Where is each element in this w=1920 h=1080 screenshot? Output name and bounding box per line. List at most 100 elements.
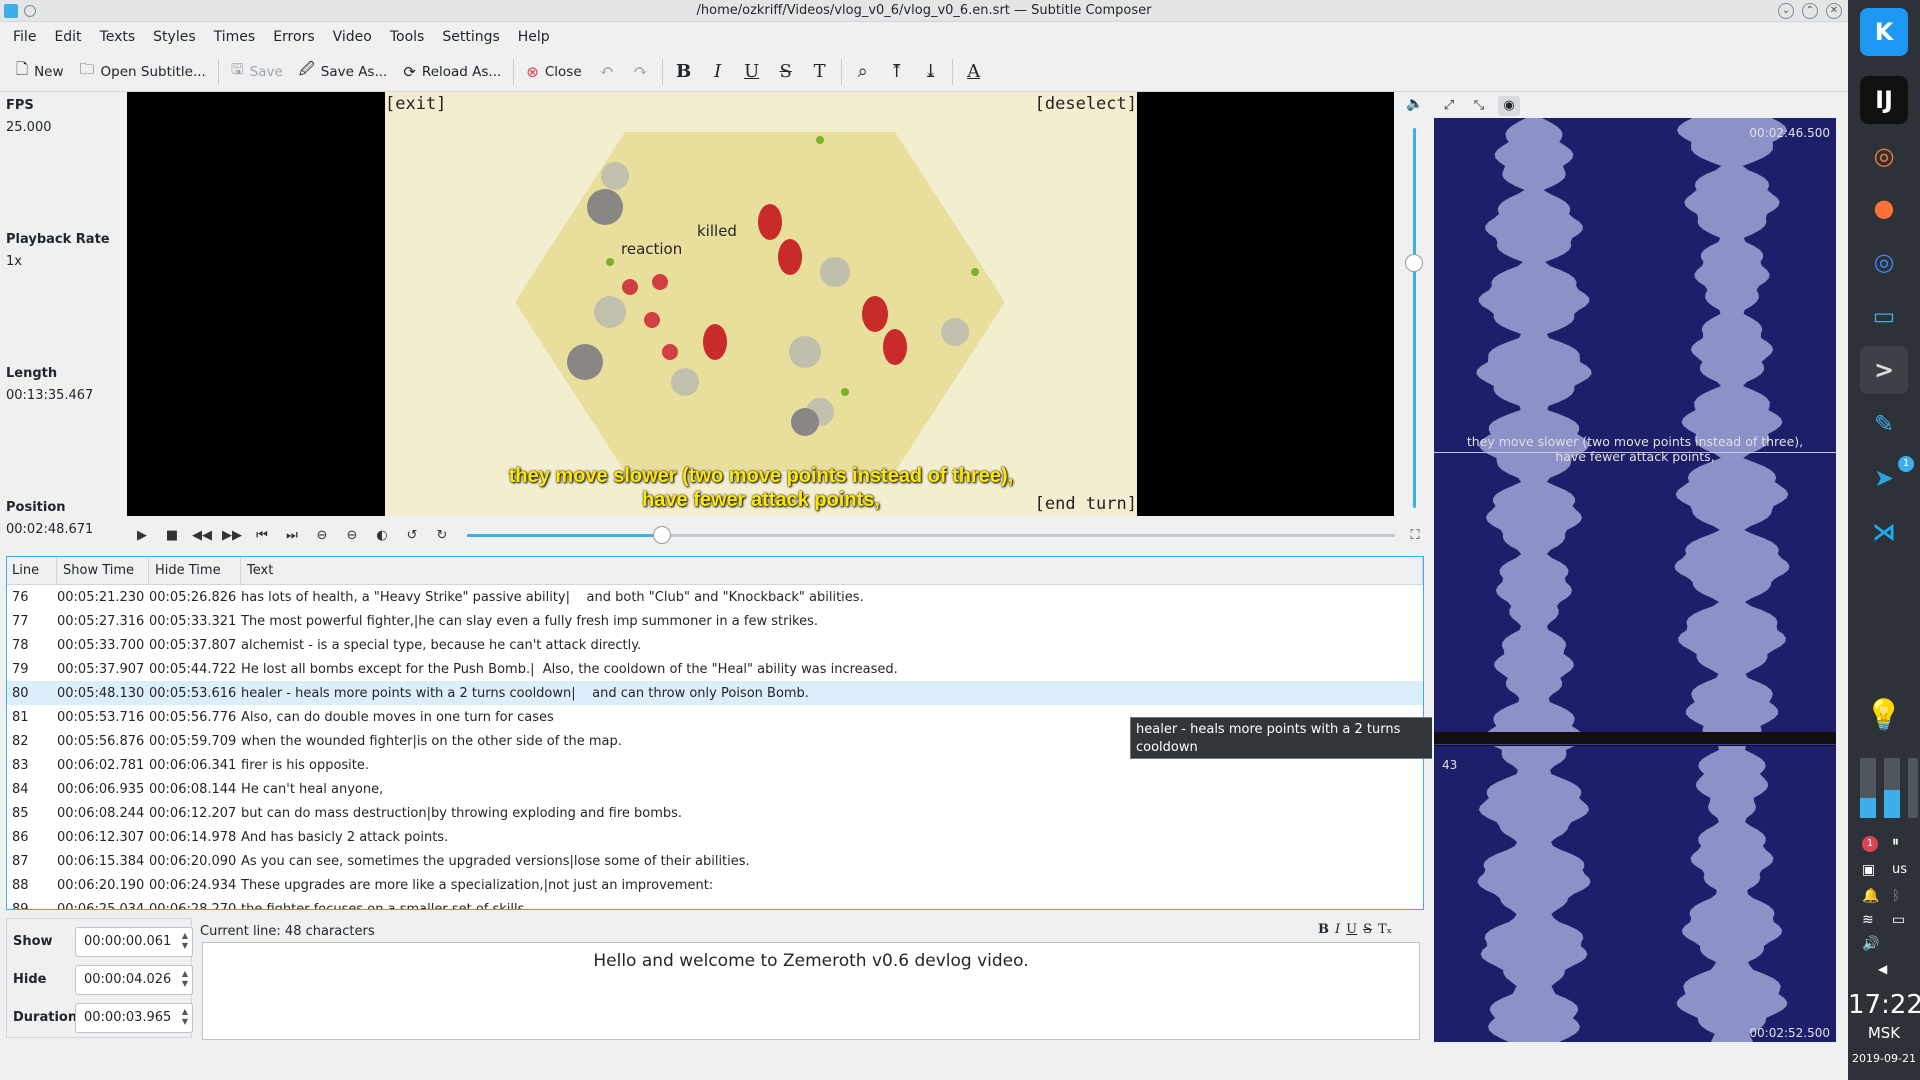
menu-file[interactable]: File bbox=[4, 29, 45, 45]
format-strike-icon[interactable]: S bbox=[1363, 922, 1372, 937]
zoom-out-icon[interactable]: ⊖ bbox=[307, 528, 337, 543]
minimize-button[interactable]: ⌄ bbox=[1778, 3, 1794, 19]
jump-bottom-icon[interactable]: ⤓ bbox=[914, 61, 948, 82]
duration-input[interactable]: 00:00:03.965 ▲ ▼ bbox=[75, 1003, 193, 1033]
zoom-fit-icon[interactable]: ⤢ bbox=[1438, 96, 1460, 116]
header-line[interactable]: Line bbox=[7, 557, 57, 584]
table-row[interactable]: 79 00:05:37.907 00:05:44.722 He lost all bo… bbox=[7, 657, 1423, 681]
table-row[interactable]: 89 00:06:25.034 00:06:28.270 the fighter fo… bbox=[7, 897, 1423, 910]
screenshot-icon[interactable]: ▣ bbox=[1862, 862, 1875, 878]
font-color-icon[interactable]: A bbox=[957, 61, 991, 82]
table-row[interactable]: 78 00:05:33.700 00:05:37.807 alchemist - is… bbox=[7, 633, 1423, 657]
menu-tools[interactable]: Tools bbox=[381, 29, 434, 45]
lightbulb-icon[interactable]: 💡 bbox=[1860, 692, 1908, 740]
blender-icon[interactable]: ◎ bbox=[1860, 132, 1908, 180]
table-row[interactable]: 87 00:06:15.384 00:06:20.090 As you can see… bbox=[7, 849, 1423, 873]
previous-line-icon[interactable]: ⏮ bbox=[247, 528, 277, 543]
format-bold-icon[interactable]: B bbox=[1318, 922, 1329, 937]
chromium-icon[interactable]: ◎ bbox=[1860, 238, 1908, 286]
zoom-in-icon[interactable]: ⤡ bbox=[1468, 96, 1490, 116]
keyboard-layout[interactable]: us bbox=[1892, 862, 1907, 877]
subtitle-composer-icon[interactable]: ✎ bbox=[1860, 400, 1908, 448]
battery-icon[interactable]: ▭ bbox=[1892, 912, 1905, 928]
format-underline-icon[interactable]: U bbox=[1346, 922, 1357, 937]
play-icon[interactable]: ▶ bbox=[127, 528, 157, 543]
table-row[interactable]: 80 00:05:48.130 00:05:53.616 healer - heals… bbox=[7, 681, 1423, 705]
menu-edit[interactable]: Edit bbox=[45, 29, 90, 45]
open-button[interactable]: 🗀 Open Subtitle... bbox=[72, 55, 214, 88]
app-icon[interactable] bbox=[4, 3, 18, 18]
jump-top-icon[interactable]: ⤒ bbox=[880, 61, 914, 82]
table-row[interactable]: 77 00:05:27.316 00:05:33.321 The most power… bbox=[7, 609, 1423, 633]
save-as-button[interactable]: 🖉 Save As... bbox=[291, 55, 396, 88]
table-row[interactable]: 86 00:06:12.307 00:06:14.978 And has basicl… bbox=[7, 825, 1423, 849]
next-line-icon[interactable]: ⏭ bbox=[277, 528, 307, 543]
close-button[interactable]: ⊗ Close bbox=[518, 59, 589, 85]
expand-tray-icon[interactable]: ◀ bbox=[1878, 962, 1887, 976]
reload-button[interactable]: ⟳ Reload As... bbox=[395, 59, 509, 85]
autoscroll-icon[interactable]: ◉ bbox=[1498, 96, 1520, 116]
stop-icon[interactable]: ■ bbox=[157, 528, 187, 543]
video-player[interactable]: [exit] [deselect] [end turn] killed reac… bbox=[127, 92, 1394, 516]
table-row[interactable]: 88 00:06:20.190 00:06:24.934 These upgrades… bbox=[7, 873, 1423, 897]
bell-icon[interactable]: 🔔 bbox=[1862, 888, 1879, 904]
fullscreen-icon[interactable]: ⛶ bbox=[1400, 528, 1430, 543]
menu-times[interactable]: Times bbox=[205, 29, 265, 45]
header-hide-time[interactable]: Hide Time bbox=[149, 557, 241, 584]
menu-styles[interactable]: Styles bbox=[144, 29, 204, 45]
file-manager-icon[interactable]: ▭ bbox=[1860, 292, 1908, 340]
menu-errors[interactable]: Errors bbox=[264, 29, 323, 45]
menu-settings[interactable]: Settings bbox=[433, 29, 508, 45]
notification-badge[interactable]: 1 bbox=[1862, 836, 1878, 852]
table-row[interactable]: 76 00:05:21.230 00:05:26.826 has lots of he… bbox=[7, 585, 1423, 609]
show-time-input[interactable]: 00:00:00.061 ▲ ▼ bbox=[75, 927, 193, 957]
pin-icon[interactable] bbox=[24, 4, 36, 17]
firefox-icon[interactable]: ● bbox=[1860, 184, 1908, 232]
menu-video[interactable]: Video bbox=[324, 29, 381, 45]
pause-icon[interactable]: ⏸ bbox=[1892, 834, 1899, 850]
sync-icon[interactable]: ◐ bbox=[367, 528, 397, 543]
maximize-button[interactable]: ⌃ bbox=[1802, 3, 1818, 19]
terminal-icon[interactable]: > bbox=[1860, 346, 1908, 394]
fast-forward-icon[interactable]: ▶▶ bbox=[217, 528, 247, 543]
italic-icon[interactable]: I bbox=[701, 61, 735, 82]
bold-icon[interactable]: B bbox=[667, 61, 701, 82]
seek-bar[interactable] bbox=[467, 526, 1395, 544]
wifi-icon[interactable]: ≋ bbox=[1862, 912, 1874, 928]
intellij-icon[interactable]: IJ bbox=[1860, 76, 1908, 124]
volume-slider[interactable]: 🔈 bbox=[1400, 92, 1428, 516]
spin-arrows-icon[interactable]: ▲ ▼ bbox=[182, 1007, 188, 1027]
save-button[interactable]: 🖫 Save bbox=[223, 55, 291, 88]
new-button[interactable]: 🗋 New bbox=[8, 55, 72, 88]
undo-icon[interactable]: ↶ bbox=[590, 61, 624, 82]
menu-texts[interactable]: Texts bbox=[91, 29, 145, 45]
subtitle-text-editor[interactable]: Hello and welcome to Zemeroth v0.6 devlo… bbox=[202, 942, 1420, 1040]
redo-icon[interactable]: ↷ bbox=[624, 61, 658, 82]
vscode-icon[interactable]: ⋊ bbox=[1860, 508, 1908, 556]
seek-handle[interactable] bbox=[652, 526, 671, 544]
mute-icon[interactable]: 🔈 bbox=[1406, 96, 1423, 112]
waveform-view[interactable]: 00:02:46.500 they move slower (two move … bbox=[1434, 118, 1836, 1042]
seek-forward-icon[interactable]: ↻ bbox=[427, 528, 457, 543]
kde-launcher-icon[interactable]: K bbox=[1860, 8, 1908, 56]
header-show-time[interactable]: Show Time bbox=[57, 557, 149, 584]
clock[interactable]: 17:22 MSK 2019-09-21 bbox=[1848, 990, 1920, 1065]
spin-arrows-icon[interactable]: ▲ ▼ bbox=[182, 969, 188, 989]
menu-help[interactable]: Help bbox=[509, 29, 559, 45]
spin-arrows-icon[interactable]: ▲ ▼ bbox=[182, 931, 188, 951]
format-clear-icon[interactable]: Tₓ bbox=[1378, 922, 1392, 937]
volume-handle[interactable] bbox=[1405, 254, 1423, 272]
volume-icon[interactable]: 🔊 bbox=[1862, 936, 1879, 952]
zoom-out-more-icon[interactable]: ⊖ bbox=[337, 528, 367, 543]
volume-track[interactable] bbox=[1413, 128, 1416, 508]
rewind-icon[interactable]: ◀◀ bbox=[187, 528, 217, 543]
seek-back-icon[interactable]: ↺ bbox=[397, 528, 427, 543]
format-italic-icon[interactable]: I bbox=[1335, 922, 1340, 937]
bluetooth-icon[interactable]: ᛒ bbox=[1892, 888, 1900, 904]
header-text[interactable]: Text bbox=[241, 557, 1423, 584]
text-color-icon[interactable]: T bbox=[803, 61, 837, 82]
hide-time-input[interactable]: 00:00:04.026 ▲ ▼ bbox=[75, 965, 193, 995]
close-window-button[interactable]: ✕ bbox=[1826, 3, 1842, 19]
search-icon[interactable]: ⌕ bbox=[846, 61, 880, 82]
strikethrough-icon[interactable]: S bbox=[769, 61, 803, 82]
